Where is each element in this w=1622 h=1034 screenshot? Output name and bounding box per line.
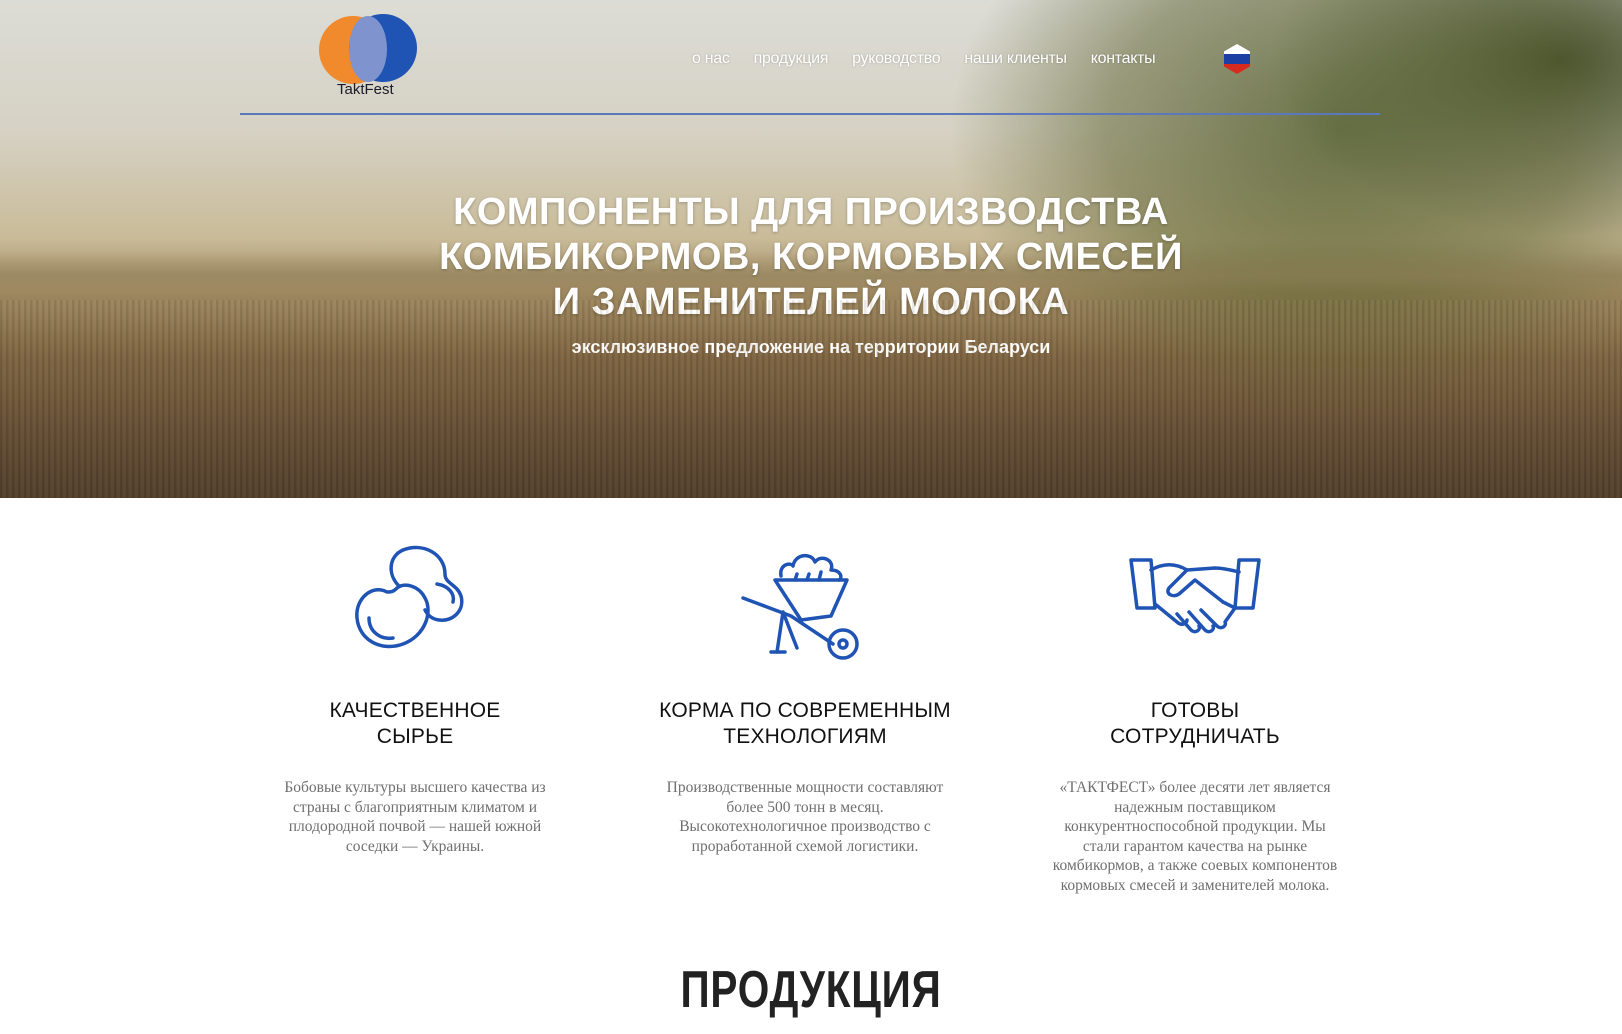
feature-text: Бобовые культуры высшего качества из стр… bbox=[284, 779, 546, 855]
feature-title: КОРМА ПО СОВРЕМЕННЫМ ТЕХНОЛОГИЯМ bbox=[640, 698, 970, 750]
feature-quality-raw: КАЧЕСТВЕННОЕ СЫРЬЕ Бобовые культуры высш… bbox=[250, 540, 580, 855]
feature-title-line-2: СЫРЬЕ bbox=[376, 725, 454, 748]
feature-ready-cooperate: ГОТОВЫ СОТРУДНИЧАТЬ «ТАКТФЕСТ» более дес… bbox=[1030, 540, 1360, 894]
hero-headline: КОМПОНЕНТЫ ДЛЯ ПРОИЗВОДСТВА КОМБИКОРМОВ,… bbox=[341, 190, 1281, 325]
hero-subtitle: эксклюзивное предложение на территории Б… bbox=[571, 337, 1051, 357]
main-nav: о нас продукция руководство наши клиенты… bbox=[692, 50, 1156, 68]
hero-banner: TaktFest о нас продукция руководство наш… bbox=[0, 0, 1622, 498]
logo-text: TaktFest bbox=[337, 81, 394, 98]
hero-headline-line-1: КОМПОНЕНТЫ ДЛЯ ПРОИЗВОДСТВА bbox=[453, 191, 1169, 233]
feature-title-line-2: СОТРУДНИЧАТЬ bbox=[1110, 725, 1280, 748]
ru-flag-icon[interactable] bbox=[1224, 44, 1250, 74]
taktfest-logo[interactable]: TaktFest bbox=[319, 14, 419, 100]
feature-title: КАЧЕСТВЕННОЕ СЫРЬЕ bbox=[250, 698, 580, 750]
feature-title: ГОТОВЫ СОТРУДНИЧАТЬ bbox=[1030, 698, 1360, 750]
products-section-title: ПРОДУКЦИЯ bbox=[680, 961, 942, 1019]
wheelbarrow-icon bbox=[741, 553, 859, 660]
handshake-icon bbox=[1129, 558, 1261, 634]
nav-item-clients[interactable]: наши клиенты bbox=[964, 50, 1067, 68]
feature-title-line-1: КОРМА ПО СОВРЕМЕННЫМ bbox=[659, 699, 951, 722]
feature-text: Производственные мощности составляют бол… bbox=[666, 779, 944, 855]
hero-headline-line-3: И ЗАМЕНИТЕЛЕЙ МОЛОКА bbox=[552, 281, 1070, 323]
feature-modern-feed: КОРМА ПО СОВРЕМЕННЫМ ТЕХНОЛОГИЯМ Произво… bbox=[640, 540, 970, 855]
feature-title-line-1: КАЧЕСТВЕННОЕ bbox=[329, 699, 501, 722]
header-divider bbox=[240, 113, 1380, 115]
logo-overlap bbox=[349, 16, 387, 82]
hero-headline-line-2: КОМБИКОРМОВ, КОРМОВЫХ СМЕСЕЙ bbox=[439, 236, 1183, 278]
nav-item-products[interactable]: продукция bbox=[754, 50, 829, 68]
feature-title-line-1: ГОТОВЫ bbox=[1150, 699, 1240, 722]
nav-item-management[interactable]: руководство bbox=[852, 50, 941, 68]
feature-title-line-2: ТЕХНОЛОГИЯМ bbox=[723, 725, 887, 748]
feature-text: «ТАКТФЕСТ» более десяти лет является над… bbox=[1052, 779, 1338, 894]
nav-item-contacts[interactable]: контакты bbox=[1091, 50, 1156, 68]
nav-item-about[interactable]: о нас bbox=[692, 50, 730, 68]
beans-icon bbox=[355, 545, 464, 649]
